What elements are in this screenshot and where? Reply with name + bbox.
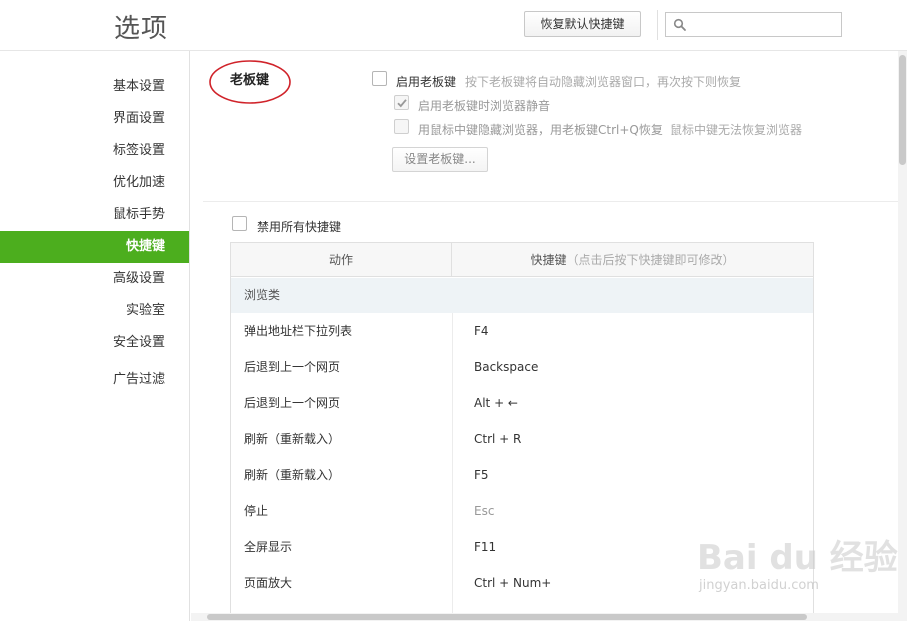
search-icon: [673, 18, 687, 32]
column-header-shortcut-hint: （点击后按下快捷键即可修改）: [566, 253, 735, 267]
sidebar-item-basic[interactable]: 基本设置: [0, 71, 189, 103]
enable-boss-key-hint: 按下老板键将自动隐藏浏览器窗口，再次按下则恢复: [465, 75, 742, 89]
row-action: 弹出地址栏下拉列表: [244, 324, 353, 338]
annotation-ellipse: [209, 60, 291, 104]
table-row: 弹出地址栏下拉列表 F4: [231, 313, 813, 349]
column-header-action: 动作: [231, 243, 452, 277]
middle-click-hide-hint: 鼠标中键无法恢复浏览器: [670, 123, 803, 137]
sidebar-item-optimize[interactable]: 优化加速: [0, 167, 189, 199]
row-action: 刷新（重新载入）: [244, 468, 341, 482]
search-box[interactable]: [665, 12, 842, 37]
middle-click-hide-checkbox[interactable]: [394, 119, 409, 134]
watermark-logo: Bai du 经验: [697, 538, 898, 578]
checkmark-icon: [397, 99, 407, 108]
sidebar-item-adblock[interactable]: 广告过滤: [0, 364, 189, 396]
sidebar-item-shortcuts[interactable]: 快捷键: [0, 231, 189, 263]
sidebar-item-advanced[interactable]: 高级设置: [0, 263, 189, 295]
watermark-url: jingyan.baidu.com: [699, 578, 819, 593]
header-divider: [657, 10, 658, 40]
enable-boss-key-checkbox[interactable]: [372, 71, 387, 86]
middle-click-hide-label: 用鼠标中键隐藏浏览器，用老板键Ctrl+Q恢复: [418, 123, 663, 137]
row-shortcut[interactable]: Alt + ←: [474, 385, 518, 421]
row-shortcut[interactable]: F5: [474, 457, 489, 493]
sidebar-item-tabs[interactable]: 标签设置: [0, 135, 189, 167]
set-boss-key-button[interactable]: 设置老板键...: [392, 147, 488, 172]
sidebar: 基本设置 界面设置 标签设置 优化加速 鼠标手势 快捷键 高级设置 实验室 安全…: [0, 51, 190, 621]
enable-boss-key-label: 启用老板键: [396, 75, 457, 89]
row-shortcut[interactable]: Ctrl + Num+: [474, 565, 551, 601]
column-header-shortcut: 快捷键（点击后按下快捷键即可修改）: [452, 243, 813, 277]
table-row: 刷新（重新载入） Ctrl + R: [231, 421, 813, 457]
vertical-scrollbar-thumb[interactable]: [899, 55, 906, 165]
row-action: 页面放大: [244, 576, 293, 590]
main-panel: 老板键 启用老板键 按下老板键将自动隐藏浏览器窗口，再次按下则恢复 启用老板键时…: [191, 51, 898, 613]
table-row: 后退到上一个网页 Alt + ←: [231, 385, 813, 421]
disable-all-shortcuts-label: 禁用所有快捷键: [257, 220, 342, 234]
restore-defaults-button[interactable]: 恢复默认快捷键: [524, 11, 641, 37]
row-action: 后退到上一个网页: [244, 360, 341, 374]
section-divider: [203, 201, 898, 202]
row-action: 全屏显示: [244, 540, 293, 554]
mute-on-boss-key-checkbox[interactable]: [394, 95, 409, 110]
sidebar-item-interface[interactable]: 界面设置: [0, 103, 189, 135]
disable-all-shortcuts-checkbox[interactable]: [232, 216, 247, 231]
sidebar-item-lab[interactable]: 实验室: [0, 295, 189, 327]
row-shortcut[interactable]: Esc: [474, 493, 494, 529]
row-shortcut[interactable]: F4: [474, 313, 489, 349]
table-row: 停止 Esc: [231, 493, 813, 529]
sidebar-item-mouse-gestures[interactable]: 鼠标手势: [0, 199, 189, 231]
table-row: 后退到上一个网页 Backspace: [231, 349, 813, 385]
horizontal-scrollbar-thumb[interactable]: [207, 614, 807, 620]
vertical-scrollbar[interactable]: [898, 51, 907, 613]
row-shortcut[interactable]: F11: [474, 529, 496, 565]
category-row: 浏览类: [231, 278, 813, 313]
page-title: 选项: [114, 14, 169, 44]
row-action: 刷新（重新载入）: [244, 432, 341, 446]
row-action: 停止: [244, 504, 269, 518]
search-input[interactable]: [690, 15, 838, 34]
header: 选项 恢复默认快捷键: [0, 0, 907, 51]
mute-on-boss-key-label: 启用老板键时浏览器静音: [418, 99, 551, 113]
row-shortcut[interactable]: Ctrl + R: [474, 421, 521, 457]
row-shortcut[interactable]: Backspace: [474, 349, 538, 385]
column-header-shortcut-label: 快捷键: [530, 253, 567, 267]
sidebar-item-security[interactable]: 安全设置: [0, 327, 189, 359]
horizontal-scrollbar[interactable]: [191, 613, 907, 621]
row-action: 后退到上一个网页: [244, 396, 341, 410]
baidu-jingyan-watermark: Bai du 经验 jingyan.baidu.com: [697, 530, 898, 600]
table-row: 刷新（重新载入） F5: [231, 457, 813, 493]
